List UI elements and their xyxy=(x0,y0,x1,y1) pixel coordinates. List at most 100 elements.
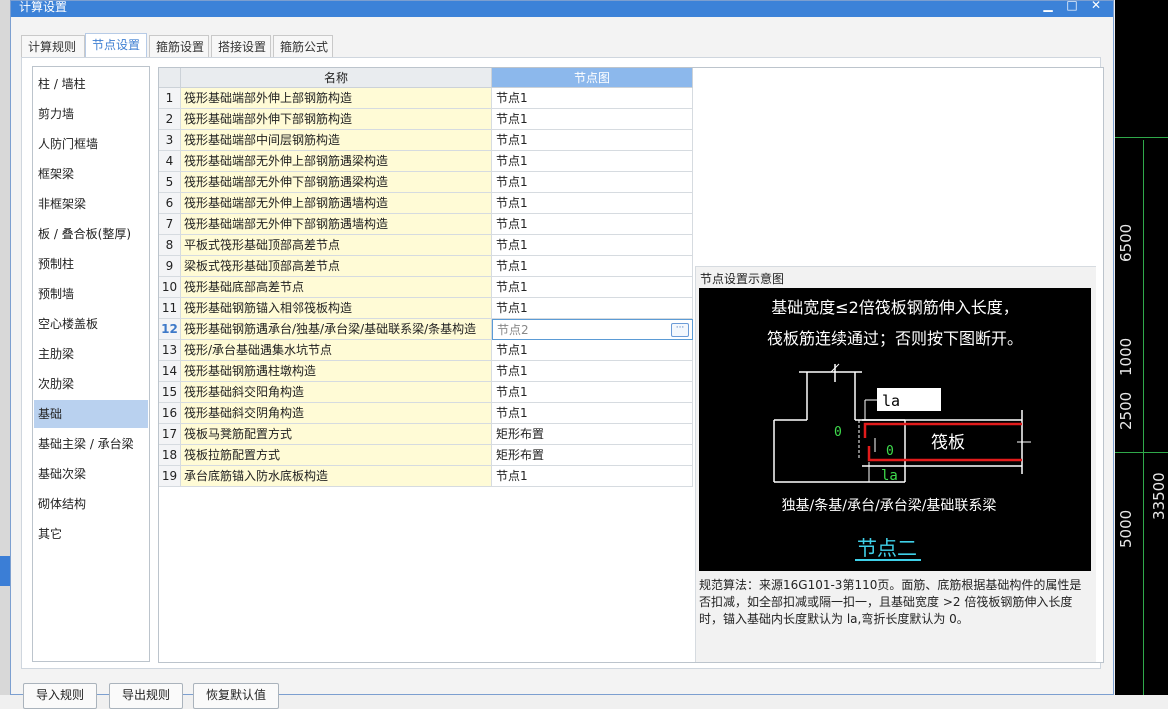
sidebar-item-precast-column[interactable]: 预制柱 xyxy=(34,250,148,278)
row-node-cell[interactable]: 节点1 xyxy=(492,466,693,487)
row-node-cell[interactable]: 节点1 xyxy=(492,340,693,361)
row-number[interactable]: 14 xyxy=(159,361,181,382)
row-number[interactable]: 19 xyxy=(159,466,181,487)
row-name-cell[interactable]: 筏形基础端部外伸下部钢筋构造 xyxy=(181,109,492,130)
row-node-cell[interactable]: 节点1 xyxy=(492,298,693,319)
row-name-cell[interactable]: 筏形基础底部高差节点 xyxy=(181,277,492,298)
row-number[interactable]: 7 xyxy=(159,214,181,235)
row-number[interactable]: 15 xyxy=(159,382,181,403)
row-name-cell[interactable]: 筏形基础端部无外伸下部钢筋遇墙构造 xyxy=(181,214,492,235)
node-picker-ellipsis-button[interactable]: ··· xyxy=(671,323,689,337)
sidebar-item-foundation-secondary-beam[interactable]: 基础次梁 xyxy=(34,460,148,488)
row-name-cell[interactable]: 筏形基础钢筋遇柱墩构造 xyxy=(181,361,492,382)
row-name-cell[interactable]: 平板式筏形基础顶部高差节点 xyxy=(181,235,492,256)
row-name-cell[interactable]: 承台底筋锚入防水底板构造 xyxy=(181,466,492,487)
row-node-value: 节点1 xyxy=(496,301,528,315)
sidebar-item-non-frame-beam[interactable]: 非框架梁 xyxy=(34,190,148,218)
restore-defaults-button[interactable]: 恢复默认值 xyxy=(193,683,280,709)
sidebar-item-column[interactable]: 柱 / 墙柱 xyxy=(34,70,148,98)
title-bar[interactable]: 计算设置 ▁ □ ✕ xyxy=(11,0,1113,17)
row-number[interactable]: 5 xyxy=(159,172,181,193)
row-name-cell[interactable]: 筏形基础斜交阴角构造 xyxy=(181,403,492,424)
tab-node-settings[interactable]: 节点设置 xyxy=(85,33,147,58)
row-node-cell[interactable]: 节点1 xyxy=(492,109,693,130)
row-node-cell[interactable]: 矩形布置 xyxy=(492,424,693,445)
row-number[interactable]: 3 xyxy=(159,130,181,151)
sidebar-item-masonry[interactable]: 砌体结构 xyxy=(34,490,148,518)
row-node-cell[interactable]: 节点1 xyxy=(492,130,693,151)
row-node-cell[interactable]: 节点1 xyxy=(492,151,693,172)
row-number[interactable]: 18 xyxy=(159,445,181,466)
export-rules-button[interactable]: 导出规则 xyxy=(109,683,184,709)
minimize-icon[interactable]: ▁ xyxy=(1037,0,1059,12)
sidebar-item-other[interactable]: 其它 xyxy=(34,520,148,548)
tab-lap-settings[interactable]: 搭接设置 xyxy=(211,35,271,57)
row-name-cell[interactable]: 筏形基础钢筋锚入相邻筏板构造 xyxy=(181,298,492,319)
sidebar-item-frame-beam[interactable]: 框架梁 xyxy=(34,160,148,188)
row-number[interactable]: 1 xyxy=(159,88,181,109)
row-number[interactable]: 8 xyxy=(159,235,181,256)
row-node-cell[interactable]: 节点2 ··· xyxy=(492,319,693,340)
row-name-cell[interactable]: 筏形基础端部外伸上部钢筋构造 xyxy=(181,88,492,109)
sidebar-item-hollow-floor-slab[interactable]: 空心楼盖板 xyxy=(34,310,148,338)
row-number[interactable]: 10 xyxy=(159,277,181,298)
sidebar-item-shear-wall[interactable]: 剪力墙 xyxy=(34,100,148,128)
maximize-icon[interactable]: □ xyxy=(1061,0,1083,12)
row-name-cell[interactable]: 筏板拉筋配置方式 xyxy=(181,445,492,466)
row-name-cell[interactable]: 筏形基础端部无外伸上部钢筋遇墙构造 xyxy=(181,193,492,214)
diagram-la-label: la xyxy=(882,392,900,410)
row-node-cell[interactable]: 节点1 xyxy=(492,382,693,403)
sidebar-item-foundation[interactable]: 基础 xyxy=(34,400,148,428)
sidebar-item-secondary-rib-beam[interactable]: 次肋梁 xyxy=(34,370,148,398)
row-node-cell[interactable]: 节点1 xyxy=(492,277,693,298)
row-node-cell[interactable]: 矩形布置 xyxy=(492,445,693,466)
row-node-cell[interactable]: 节点1 xyxy=(492,256,693,277)
row-number[interactable]: 12 xyxy=(159,319,181,340)
row-name-cell[interactable]: 筏板马凳筋配置方式 xyxy=(181,424,492,445)
row-node-cell[interactable]: 节点1 xyxy=(492,214,693,235)
cad-dimension-label: 1000 xyxy=(1117,337,1135,376)
row-node-value: 节点1 xyxy=(496,343,528,357)
cad-grid-line xyxy=(1115,452,1168,453)
row-name-cell[interactable]: 梁板式筏形基础顶部高差节点 xyxy=(181,256,492,277)
row-node-cell[interactable]: 节点1 xyxy=(492,361,693,382)
row-number[interactable]: 4 xyxy=(159,151,181,172)
row-node-cell[interactable]: 节点1 xyxy=(492,403,693,424)
name-column-header[interactable]: 名称 xyxy=(181,68,492,88)
node-column-header[interactable]: 节点图 xyxy=(492,68,693,88)
row-number[interactable]: 9 xyxy=(159,256,181,277)
row-number[interactable]: 2 xyxy=(159,109,181,130)
row-node-value: 矩形布置 xyxy=(496,427,545,441)
cad-grid-line xyxy=(1143,140,1144,695)
row-node-cell[interactable]: 节点1 xyxy=(492,193,693,214)
row-number[interactable]: 13 xyxy=(159,340,181,361)
row-name-cell[interactable]: 筏形基础端部无外伸上部钢筋遇梁构造 xyxy=(181,151,492,172)
sidebar-item-foundation-main-beam[interactable]: 基础主梁 / 承台梁 xyxy=(34,430,148,458)
row-name-cell[interactable]: 筏形基础斜交阳角构造 xyxy=(181,382,492,403)
sidebar-item-main-rib-beam[interactable]: 主肋梁 xyxy=(34,340,148,368)
tab-stirrup-formula[interactable]: 箍筋公式 xyxy=(273,35,333,57)
cad-canvas: 6500 1000 2500 5000 33500 xyxy=(1115,0,1168,695)
row-name-cell[interactable]: 筏形基础端部无外伸下部钢筋遇梁构造 xyxy=(181,172,492,193)
row-node-cell[interactable]: 节点1 xyxy=(492,235,693,256)
tab-calc-rules[interactable]: 计算规则 xyxy=(21,35,85,57)
row-name-cell[interactable]: 筏形基础端部中间层钢筋构造 xyxy=(181,130,492,151)
row-node-cell[interactable]: 节点1 xyxy=(492,88,693,109)
tab-stirrup-settings[interactable]: 箍筋设置 xyxy=(149,35,209,57)
row-node-value: 矩形布置 xyxy=(496,448,545,462)
row-number[interactable]: 6 xyxy=(159,193,181,214)
row-number[interactable]: 17 xyxy=(159,424,181,445)
preview-title: 节点设置示意图 xyxy=(700,272,785,286)
import-rules-button[interactable]: 导入规则 xyxy=(23,683,98,709)
sidebar-item-slab[interactable]: 板 / 叠合板(整厚) xyxy=(34,220,148,248)
row-name-cell[interactable]: 筏形/承台基础遇集水坑节点 xyxy=(181,340,492,361)
row-node-value: 节点2 xyxy=(497,323,529,337)
node-diagram: 基础宽度≤2倍筏板钢筋伸入长度， 筏板筋连续通过；否则按下图断开。 la 筏板 … xyxy=(699,288,1091,571)
close-icon[interactable]: ✕ xyxy=(1085,0,1107,12)
row-name-cell[interactable]: 筏形基础钢筋遇承台/独基/承台梁/基础联系梁/条基构造 xyxy=(181,319,492,340)
row-number[interactable]: 11 xyxy=(159,298,181,319)
sidebar-item-precast-wall[interactable]: 预制墙 xyxy=(34,280,148,308)
row-number[interactable]: 16 xyxy=(159,403,181,424)
row-node-cell[interactable]: 节点1 xyxy=(492,172,693,193)
sidebar-item-civil-defense-door-wall[interactable]: 人防门框墙 xyxy=(34,130,148,158)
